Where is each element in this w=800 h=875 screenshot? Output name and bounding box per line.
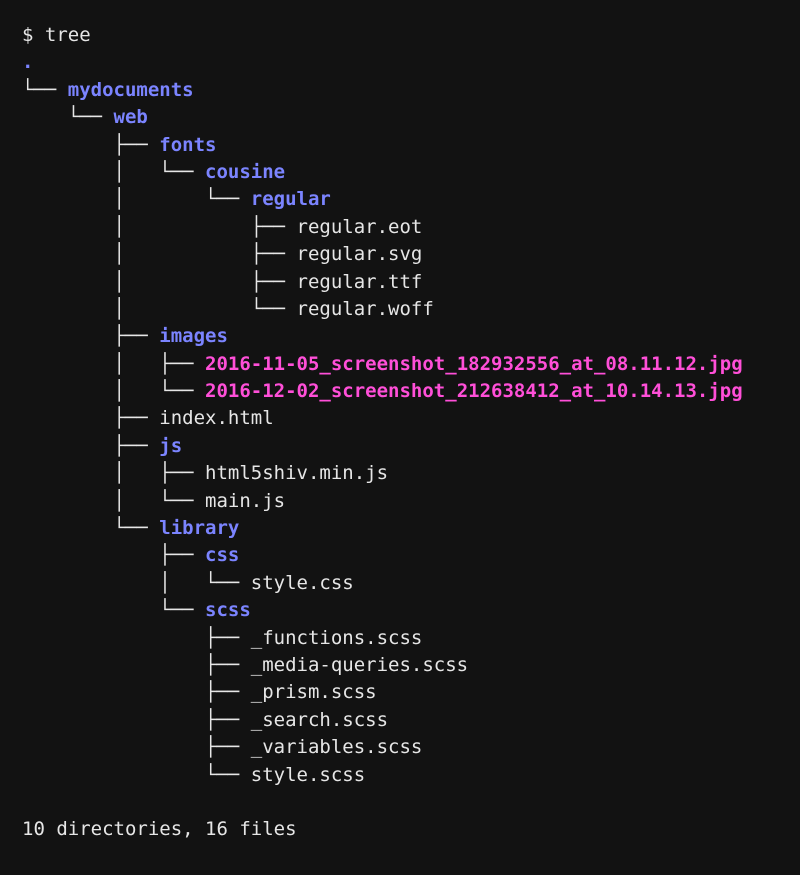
tree-prefix: │ ├──	[22, 215, 297, 238]
tree-line: │ └── style.css	[22, 570, 800, 597]
tree-file-name: regular.ttf	[296, 270, 423, 293]
tree-image-name: 2016-12-02_screenshot_212638412_at_10.14…	[205, 380, 743, 403]
tree-image-name: 2016-11-05_screenshot_182932556_at_08.11…	[205, 352, 743, 375]
tree-prefix: │ └──	[22, 188, 251, 211]
tree-line: ├── _media-queries.scss	[22, 652, 800, 679]
tree-file-name: _functions.scss	[250, 626, 423, 649]
tree-line: │ └── main.js	[22, 488, 800, 515]
tree-file-name: _media-queries.scss	[250, 653, 469, 676]
tree-prefix: ├──	[22, 325, 160, 348]
tree-file-name: _search.scss	[250, 708, 389, 731]
tree-file-name: index.html	[159, 407, 274, 430]
tree-prefix: │ ├──	[22, 270, 297, 293]
tree-line: │ └── regular	[22, 186, 800, 213]
tree-line: ├── fonts	[22, 132, 800, 159]
tree-dir-name: js	[159, 434, 183, 457]
tree-prefix: ├──	[22, 133, 160, 156]
tree-dir-name: regular	[250, 188, 331, 211]
tree-prefix: └──	[22, 78, 68, 101]
tree-prefix: │ └──	[22, 160, 206, 183]
tree-file-name: html5shiv.min.js	[205, 462, 389, 485]
tree-prefix: │ ├──	[22, 462, 206, 485]
tree-file-name: style.scss	[250, 763, 366, 786]
tree-dir-name: scss	[205, 599, 251, 622]
tree-prefix: │ └──	[22, 297, 297, 320]
tree-line: │ ├── html5shiv.min.js	[22, 460, 800, 487]
tree-line: └── style.scss	[22, 762, 800, 789]
tree-file-name: _prism.scss	[250, 681, 377, 704]
tree-dir-name: mydocuments	[67, 78, 194, 101]
tree-file-name: main.js	[205, 489, 286, 512]
tree-prefix: │ └──	[22, 489, 206, 512]
tree-prefix: ├──	[22, 681, 251, 704]
tree-prefix: ├──	[22, 434, 160, 457]
tree-dir-name: web	[113, 106, 148, 129]
tree-file-name: style.css	[250, 571, 354, 594]
tree-summary: 10 directories, 16 files	[22, 818, 297, 841]
tree-output: . └── mydocuments └── web ├── fonts │ └─…	[22, 49, 800, 789]
tree-line: └── web	[22, 104, 800, 131]
tree-prefix: ├──	[22, 407, 160, 430]
tree-line: ├── index.html	[22, 405, 800, 432]
tree-dir-name: images	[159, 325, 228, 348]
tree-line: │ └── regular.woff	[22, 296, 800, 323]
tree-line: │ ├── regular.svg	[22, 241, 800, 268]
command-prompt: $ tree	[22, 24, 91, 46]
tree-dir-name: library	[159, 517, 240, 540]
tree-prefix: │ ├──	[22, 352, 206, 375]
tree-prefix: │ ├──	[22, 243, 297, 266]
tree-line: ├── css	[22, 542, 800, 569]
tree-line: ├── js	[22, 433, 800, 460]
tree-file-name: regular.woff	[296, 297, 434, 320]
tree-prefix: └──	[22, 106, 114, 129]
tree-prefix: │ └──	[22, 380, 206, 403]
tree-line: │ ├── regular.eot	[22, 214, 800, 241]
tree-prefix: ├──	[22, 736, 251, 759]
tree-file-name: _variables.scss	[250, 736, 423, 759]
tree-file-name: regular.eot	[296, 215, 423, 238]
tree-prefix: ├──	[22, 544, 206, 567]
tree-dir-name: fonts	[159, 133, 217, 156]
tree-line: │ ├── regular.ttf	[22, 269, 800, 296]
tree-dir-name: cousine	[205, 160, 286, 183]
terminal-window: $ tree . └── mydocuments └── web ├── fon…	[0, 0, 800, 875]
tree-line: │ └── cousine	[22, 159, 800, 186]
tree-line: └── scss	[22, 597, 800, 624]
tree-prefix: └──	[22, 517, 160, 540]
tree-prefix: └──	[22, 599, 206, 622]
tree-line: └── mydocuments	[22, 77, 800, 104]
tree-prefix: └──	[22, 763, 251, 786]
tree-line: └── library	[22, 515, 800, 542]
tree-dir-name: css	[205, 544, 240, 567]
tree-prefix: ├──	[22, 708, 251, 731]
tree-line: │ └── 2016-12-02_screenshot_212638412_at…	[22, 378, 800, 405]
tree-file-name: regular.svg	[296, 243, 423, 266]
tree-prefix: │ └──	[22, 571, 251, 594]
tree-prefix: ├──	[22, 653, 251, 676]
tree-line: ├── _functions.scss	[22, 625, 800, 652]
tree-dir-name: .	[22, 51, 34, 74]
tree-line: ├── images	[22, 323, 800, 350]
tree-prefix: ├──	[22, 626, 251, 649]
tree-line: ├── _search.scss	[22, 707, 800, 734]
tree-line: .	[22, 49, 800, 76]
tree-line: │ ├── 2016-11-05_screenshot_182932556_at…	[22, 351, 800, 378]
tree-line: ├── _variables.scss	[22, 734, 800, 761]
tree-line: ├── _prism.scss	[22, 679, 800, 706]
